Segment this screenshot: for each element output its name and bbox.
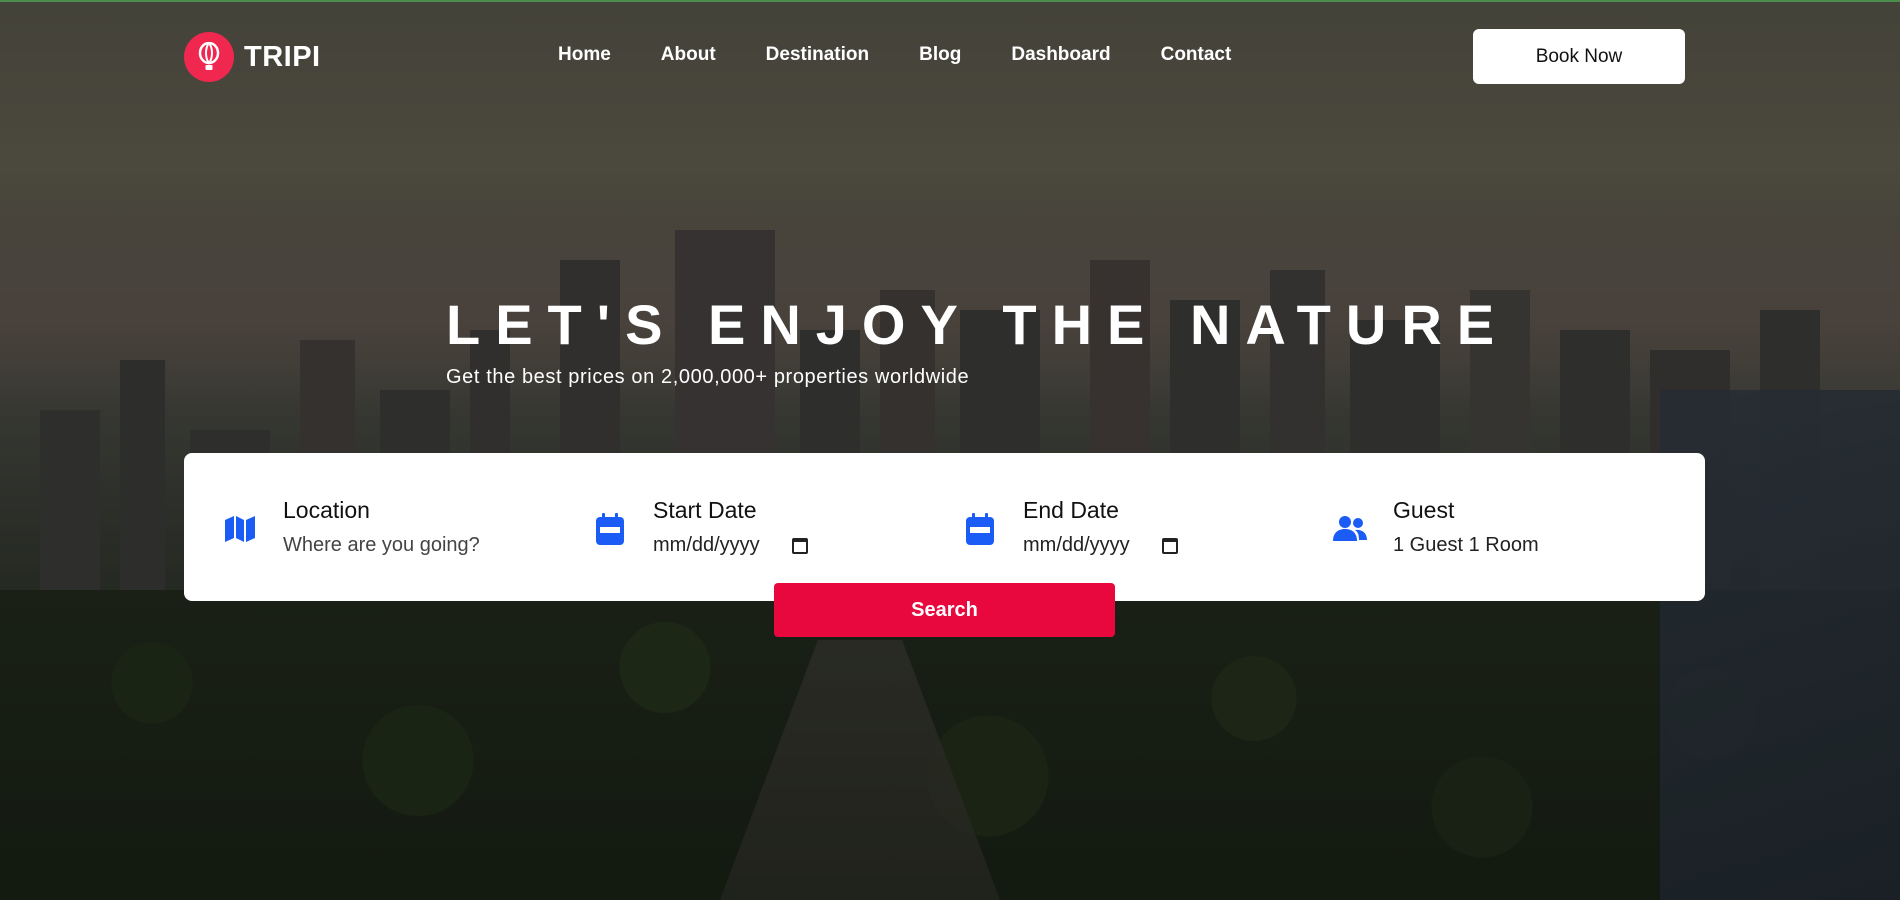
users-icon bbox=[1332, 511, 1368, 547]
calendar-icon bbox=[592, 511, 628, 547]
nav-link-blog[interactable]: Blog bbox=[919, 44, 961, 66]
hero-subtitle: Get the best prices on 2,000,000+ proper… bbox=[446, 366, 970, 388]
location-field: Location bbox=[222, 497, 513, 557]
nav-link-dashboard[interactable]: Dashboard bbox=[1011, 44, 1110, 66]
end-date-label: End Date bbox=[1023, 497, 1119, 523]
nav-link-about[interactable]: About bbox=[661, 44, 716, 66]
search-button[interactable]: Search bbox=[774, 583, 1115, 637]
site-header: TRIPI Home About Destination Blog Dashbo… bbox=[0, 0, 1900, 115]
location-label: Location bbox=[283, 497, 370, 523]
nav-link-destination[interactable]: Destination bbox=[766, 44, 869, 66]
search-panel: Location Start Date mm/dd/yyyy bbox=[184, 453, 1705, 601]
guest-value: 1 Guest 1 Room bbox=[1393, 534, 1539, 556]
end-date-field: End Date mm/dd/yyyy bbox=[962, 497, 1178, 557]
start-date-input[interactable]: mm/dd/yyyy bbox=[653, 534, 808, 557]
calendar-icon bbox=[962, 511, 998, 547]
start-date-field: Start Date mm/dd/yyyy bbox=[592, 497, 808, 557]
start-date-label: Start Date bbox=[653, 497, 757, 523]
main-nav: Home About Destination Blog Dashboard Co… bbox=[558, 44, 1231, 66]
location-input[interactable] bbox=[283, 534, 513, 557]
book-now-button[interactable]: Book Now bbox=[1473, 29, 1685, 84]
start-date-value: mm/dd/yyyy bbox=[653, 534, 760, 556]
end-date-input[interactable]: mm/dd/yyyy bbox=[1023, 534, 1178, 557]
end-date-value: mm/dd/yyyy bbox=[1023, 534, 1130, 556]
guest-label: Guest bbox=[1393, 497, 1455, 523]
brand-name: TRIPI bbox=[244, 40, 321, 73]
calendar-picker-icon[interactable] bbox=[1161, 537, 1178, 554]
brand-logo[interactable]: TRIPI bbox=[184, 32, 321, 82]
nav-link-contact[interactable]: Contact bbox=[1161, 44, 1232, 66]
nav-link-home[interactable]: Home bbox=[558, 44, 611, 66]
map-icon bbox=[222, 511, 258, 547]
guest-field: Guest 1 Guest 1 Room bbox=[1332, 497, 1539, 557]
guest-select[interactable]: 1 Guest 1 Room bbox=[1393, 534, 1539, 557]
hero-background bbox=[0, 0, 1900, 900]
hero-title: LET'S ENJOY THE NATURE bbox=[446, 293, 1510, 356]
balloon-icon bbox=[184, 32, 234, 82]
calendar-picker-icon[interactable] bbox=[791, 537, 808, 554]
